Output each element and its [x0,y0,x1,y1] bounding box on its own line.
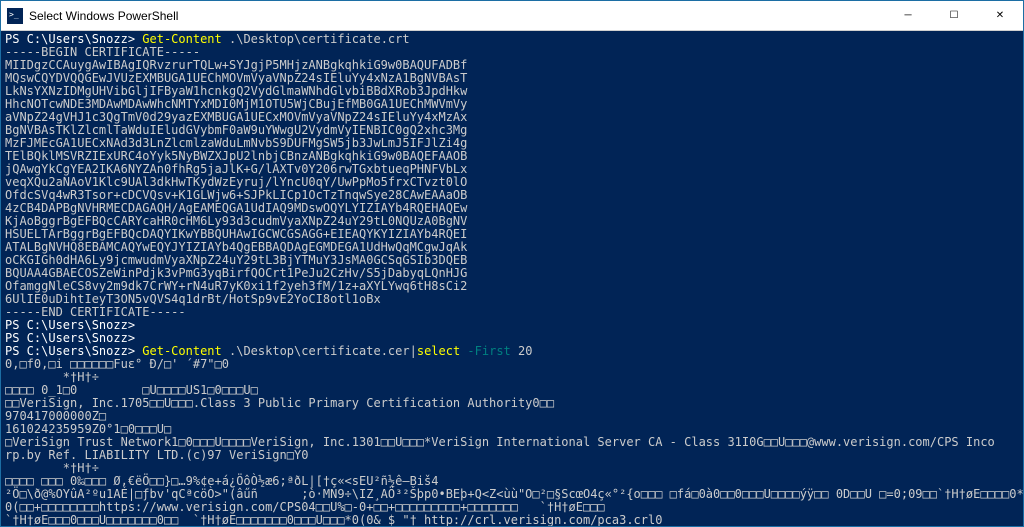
terminal-output[interactable]: PS C:\Users\Snozz> Get-Content .\Desktop… [1,31,1023,526]
output-line: KjAoBggrBgEFBQcCARYcaHR0cHM6Ly93d3cudmVy… [5,214,467,228]
command: Get-Content [142,32,221,46]
output-line: rp.by Ref. LIABILITY LTD.(c)97 VeriSign□… [5,448,308,462]
output-line: □□VeriSign, Inc.1705□□U□□□.Class 3 Publi… [5,396,554,410]
param-name: -First [460,344,511,358]
output-line: aVNpZ24gVHJ1c3QgTmV0d29yazEXMBUGA1UECxMO… [5,110,467,124]
window-controls: ─ ☐ ✕ [885,1,1023,30]
output-line: MQswCQYDVQQGEwJVUzEXMBUGA1UEChMOVmVyaVNp… [5,71,467,85]
output-line: -----END CERTIFICATE----- [5,305,186,319]
prompt: PS C:\Users\Snozz> [5,318,135,332]
output-line: OfdcSVq4wR3Tsor+cDCVQsv+K1GLWjw6+SJPkLIC… [5,188,467,202]
output-line: BgNVBAsTKlZlcmlTaWduIEludGVybmF0aW9uYWwg… [5,123,467,137]
param-value: 20 [511,344,533,358]
output-line: TElBQklMSVRZIExURC4oYyk5NyBWZXJpU2lnbjCB… [5,149,467,163]
prompt: PS C:\Users\Snozz> [5,344,142,358]
output-line: BQUAA4GBAECOSZeWinPdjk3vPmG3yqBirfQOCrt1… [5,266,467,280]
output-line: □□□□ 0_1□0 □U□□□□US1□0□□□U□ [5,383,258,397]
output-line: LkNsYXNzIDMgUHVibGljIFByaW1hcnkgQ2VydGlm… [5,84,467,98]
output-line: 161024235959Z0°1□0□□□U□ [5,422,171,436]
output-line: 0(□□+□□□□□□□□https://www.verisign.com/CP… [5,500,605,514]
window-title: Select Windows PowerShell [29,9,885,23]
output-line: oCKGIGh0dHA6Ly9jcmwudmVyaXNpZ24uY29tL3Bj… [5,253,467,267]
close-button[interactable]: ✕ [977,1,1023,30]
minimize-button[interactable]: ─ [885,1,931,30]
output-line: HhcNOTcwNDE3MDAwMDAwWhcNMTYxMDI0MjM1OTU5… [5,97,467,111]
output-line: 6UlIE0uDihtIeyT3ON5vQVS4q1drBt/HotSp9vE2… [5,292,381,306]
output-line: ²Ö□\ð@%OYûA²ºu1AÉ|□ƒbv'qCªcöÒ>"(âűñ ;ò·M… [5,487,1023,501]
titlebar[interactable]: Select Windows PowerShell ─ ☐ ✕ [1,1,1023,31]
output-line: `†H†øE□□□0□□□U□□□□□□□0□□ `†H†øE□□□□□□□0□… [5,513,662,526]
powershell-icon [7,8,23,24]
output-line: MIIDgzCCAuygAwIBAgIQRvzrurTQLw+SYJgjP5MH… [5,58,467,72]
command: select [417,344,460,358]
output-line: OfamggNleCS8vy2m9dk7CrWY+rN4uR7yK0xi1f2y… [5,279,467,293]
output-line: -----BEGIN CERTIFICATE----- [5,45,200,59]
command-arg: .\Desktop\certificate.cer| [222,344,417,358]
command-arg: .\Desktop\certificate.crt [222,32,410,46]
output-line: ATALBgNVHQ8EBAMCAQYwEQYJYIZIAYb4QgEBBAQD… [5,240,467,254]
output-line: *†H†÷ [5,461,99,475]
command: Get-Content [142,344,221,358]
output-line: veqXQu2aNAoV1Klc9UAl3dkHwTKydWzEyruj/lYn… [5,175,467,189]
maximize-button[interactable]: ☐ [931,1,977,30]
output-line: jQAwgYkCgYEA2IKA6NYZAn0fhRg5jaJlK+G/lAXT… [5,162,467,176]
output-line: □□□□ □□□ 0‰□□□ Ø,€ëÖ□□}□…9%¢e+á¿ÖôÒ½æ6;ª… [5,474,438,488]
output-line: 0,□f0,□i □□□□□□Fuɛ° Ð/□' ´#7"□0 [5,357,229,371]
output-line: MzFJMEcGA1UECxNAd3d3LnZlcmlzaWduLmNvbS9D… [5,136,467,150]
output-line: 970417000000Z□ [5,409,106,423]
output-line: □VeriSign Trust Network1□0□□□U□□□□VeriSi… [5,435,995,449]
output-line: HSUELTArBggrBgEFBQcDAQYIKwYBBQUHAwIGCWCG… [5,227,467,241]
prompt: PS C:\Users\Snozz> [5,32,142,46]
output-line: 4zCB4DAPBgNVHRMECDAGAQH/AgEAMEQGA1UdIAQ9… [5,201,467,215]
prompt: PS C:\Users\Snozz> [5,331,135,345]
output-line: *†H†÷ [5,370,99,384]
